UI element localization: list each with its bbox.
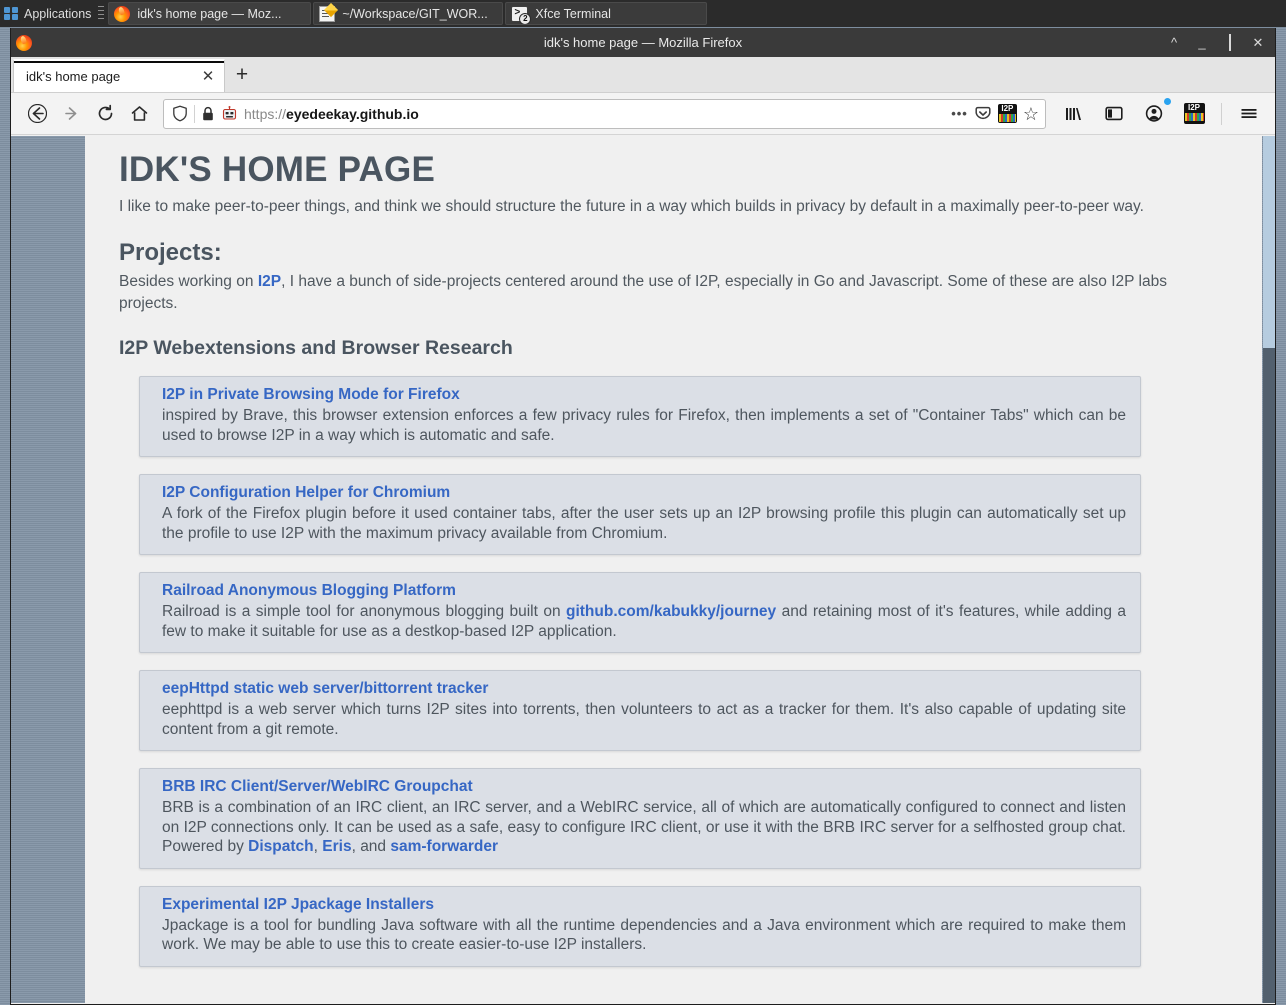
project-card-body: Jpackage is a tool for bundling Java sof…	[162, 916, 1126, 954]
journey-repo-link[interactable]: github.com/kabukky/journey	[566, 603, 776, 620]
taskbar-item-label: ~/Workspace/GIT_WOR...	[342, 6, 488, 21]
projects-intro: Besides working on I2P, I have a bunch o…	[119, 271, 1167, 315]
webextensions-subheading: I2P Webextensions and Browser Research	[119, 337, 513, 359]
eris-link[interactable]: Eris	[322, 838, 351, 855]
account-icon[interactable]	[1138, 97, 1171, 129]
projects-intro-pre: Besides working on	[119, 273, 258, 290]
project-card-body: A fork of the Firefox plugin before it u…	[162, 505, 1126, 542]
close-tab-icon[interactable]: ✕	[198, 67, 218, 87]
forward-button[interactable]	[55, 99, 87, 129]
page-scrollbar-thumb[interactable]	[1263, 136, 1275, 348]
firefox-window: idk's home page — Mozilla Firefox ^ _ ✕ …	[10, 28, 1276, 1005]
url-host: eyedeekay.github.io	[286, 105, 419, 122]
browser-viewport: IDK'S HOME PAGE I like to make peer-to-p…	[11, 136, 1275, 1003]
taskbar-item-label: idk's home page — Moz...	[137, 6, 282, 21]
home-button[interactable]	[123, 99, 155, 129]
project-card[interactable]: BRB IRC Client/Server/WebIRC Groupchat B…	[139, 768, 1141, 869]
xfce-panel: Applications idk's home page — Moz... ~/…	[0, 0, 1286, 27]
dispatch-link[interactable]: Dispatch	[248, 838, 313, 855]
applications-menu-button[interactable]: Applications	[0, 0, 97, 27]
project-card-list: I2P in Private Browsing Mode for Firefox…	[139, 376, 1224, 967]
applications-menu-label: Applications	[24, 6, 92, 21]
library-icon[interactable]	[1058, 99, 1090, 129]
maximize-icon	[1229, 33, 1231, 51]
project-card-title[interactable]: Experimental I2P Jpackage Installers	[162, 896, 1126, 914]
url-scheme: https://	[244, 105, 287, 122]
project-card[interactable]: eepHttpd static web server/bittorrent tr…	[139, 670, 1141, 751]
projects-heading: Projects:	[119, 239, 222, 266]
url-text[interactable]: https://eyedeekay.github.io	[244, 106, 945, 122]
project-card[interactable]: I2P in Private Browsing Mode for Firefox…	[139, 376, 1141, 457]
container-tab-robot-icon[interactable]	[221, 105, 238, 122]
navigation-toolbar: https://eyedeekay.github.io ••• I2P ☆ I2…	[11, 93, 1275, 135]
window-title: idk's home page — Mozilla Firefox	[543, 35, 743, 50]
toolbar-separator	[1221, 102, 1222, 125]
web-page-content: IDK'S HOME PAGE I like to make peer-to-p…	[85, 136, 1262, 1003]
i2p-badge-label: I2P	[1001, 104, 1014, 113]
i2p-extension-label: I2P	[1187, 103, 1200, 112]
toolbar-right-buttons: I2P	[1058, 97, 1265, 129]
url-bar[interactable]: https://eyedeekay.github.io ••• I2P ☆	[163, 98, 1046, 129]
project-card-body: eephttpd is a web server which turns I2P…	[162, 701, 1126, 738]
project-card[interactable]: I2P Configuration Helper for Chromium A …	[139, 474, 1141, 555]
project-card-body: inspired by Brave, this browser extensio…	[162, 407, 1126, 444]
bookmark-star-icon[interactable]: ☆	[1023, 105, 1039, 123]
text-editor-icon	[319, 5, 336, 22]
applications-icon	[4, 6, 19, 21]
project-card-body: Railroad is a simple tool for anonymous …	[162, 602, 1126, 641]
i2p-link[interactable]: I2P	[258, 273, 281, 290]
shade-window-button[interactable]: ^	[1167, 35, 1181, 50]
pocket-icon[interactable]	[974, 105, 992, 123]
reload-button[interactable]	[89, 99, 121, 129]
project-card-body: BRB is a combination of an IRC client, a…	[162, 798, 1126, 857]
i2p-extension-grid	[1184, 113, 1204, 121]
taskbar-item-terminal[interactable]: >_ 2 Xfce Terminal	[505, 2, 708, 25]
firefox-icon	[16, 34, 32, 51]
lock-icon[interactable]	[201, 106, 215, 122]
terminal-icon: >_ 2	[511, 5, 532, 24]
project-card-title[interactable]: BRB IRC Client/Server/WebIRC Groupchat	[162, 778, 1126, 796]
page-title: IDK'S HOME PAGE	[119, 150, 435, 189]
account-notification-dot	[1164, 97, 1171, 105]
project-card-title[interactable]: eepHttpd static web server/bittorrent tr…	[162, 680, 1126, 698]
tab-idks-home-page[interactable]: idk's home page ✕	[13, 59, 225, 92]
maximize-window-button[interactable]	[1223, 33, 1237, 51]
card-body-mid: , and	[351, 838, 391, 855]
i2p-url-indicator-icon[interactable]: I2P	[997, 104, 1017, 123]
sidebar-icon[interactable]	[1098, 99, 1130, 129]
close-window-button[interactable]: ✕	[1251, 35, 1265, 50]
project-card-title[interactable]: I2P Configuration Helper for Chromium	[162, 484, 1126, 502]
tab-title: idk's home page	[26, 69, 121, 84]
page-scrollbar[interactable]	[1263, 136, 1275, 1003]
window-titlebar[interactable]: idk's home page — Mozilla Firefox ^ _ ✕	[11, 28, 1275, 57]
i2p-badge-grid	[998, 114, 1016, 122]
card-body-pre: Railroad is a simple tool for anonymous …	[162, 603, 566, 620]
taskbar-item-firefox[interactable]: idk's home page — Moz...	[108, 2, 312, 25]
terminal-window-count-badge: 2	[519, 12, 532, 24]
new-tab-button[interactable]: +	[225, 60, 259, 92]
url-divider	[194, 104, 195, 123]
i2p-extension-button[interactable]: I2P	[1178, 99, 1210, 129]
page-actions-button[interactable]: •••	[951, 106, 968, 121]
firefox-icon	[114, 5, 131, 22]
project-card-title[interactable]: Railroad Anonymous Blogging Platform	[162, 582, 1126, 600]
tab-strip: idk's home page ✕ +	[11, 57, 1275, 93]
tracking-protection-shield-icon[interactable]	[172, 105, 188, 122]
window-controls: ^ _ ✕	[1167, 33, 1275, 51]
taskbar-item-label: Xfce Terminal	[535, 6, 611, 21]
card-body-mid: ,	[313, 838, 323, 855]
taskbar-item-editor[interactable]: ~/Workspace/GIT_WOR...	[313, 2, 504, 25]
sam-forwarder-link[interactable]: sam-forwarder	[390, 838, 498, 855]
hamburger-menu-icon[interactable]	[1233, 99, 1265, 129]
project-card[interactable]: Experimental I2P Jpackage Installers Jpa…	[139, 885, 1141, 967]
project-card[interactable]: Railroad Anonymous Blogging Platform Rai…	[139, 572, 1141, 653]
page-lede: I like to make peer-to-peer things, and …	[119, 198, 1144, 215]
back-button[interactable]	[21, 99, 53, 129]
project-card-title[interactable]: I2P in Private Browsing Mode for Firefox	[162, 386, 1126, 404]
minimize-window-button[interactable]: _	[1195, 35, 1209, 50]
panel-drag-handle[interactable]	[98, 5, 105, 22]
